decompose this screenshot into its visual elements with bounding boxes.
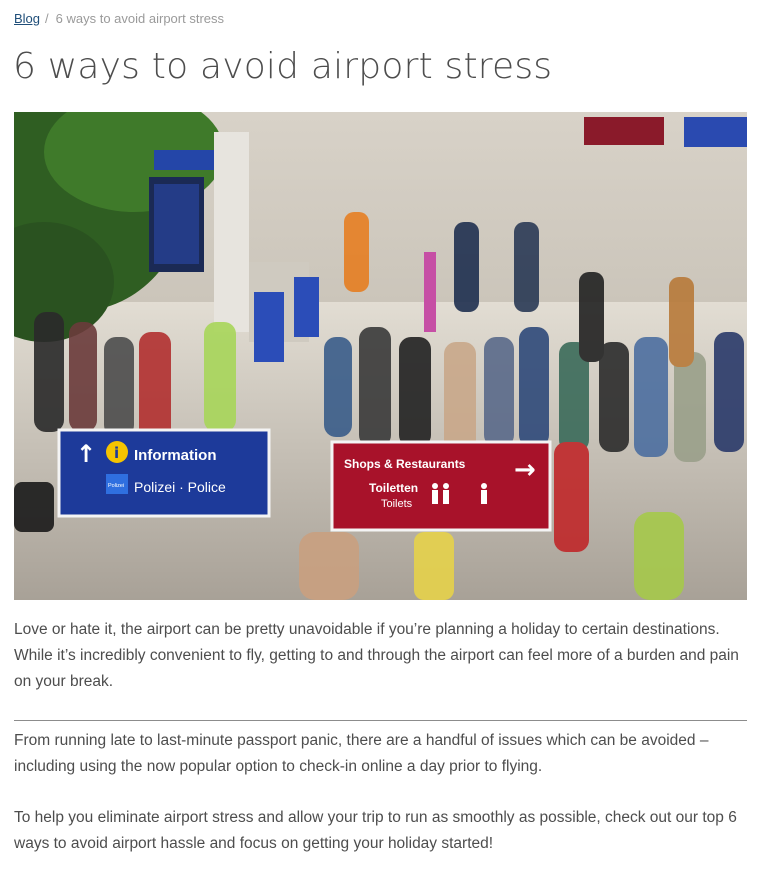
svg-text:i: i [114,444,119,462]
body-paragraph-2: To help you eliminate airport stress and… [14,809,737,852]
right-arrow-icon: → [514,455,536,485]
toilets-sign-sub: Toilets [381,498,413,510]
divider [14,720,747,721]
up-arrow-icon: ↑ [76,440,96,468]
intro-paragraph: Love or hate it, the airport can be pret… [14,621,739,690]
hero-image-airport: ↑ i Information Polizei Polizei · Police… [14,112,747,600]
information-sign: ↑ i Information Polizei Polizei · Police [57,428,271,518]
breadcrumb-current: 6 ways to avoid airport stress [55,11,225,26]
shops-sign: Shops & Restaurants Toiletten Toilets → [330,440,552,532]
polizei-badge: Polizei [108,483,124,489]
shops-sign-label: Shops & Restaurants [344,457,466,471]
blog-post-page: Blog / 6 ways to avoid airport stress 6 wa… [0,0,760,888]
airport-illustration: ↑ i Information Polizei Polizei · Police… [14,112,747,600]
body-paragraph-1: From running late to last-minute passpor… [14,732,709,775]
breadcrumb-blog-link[interactable]: Blog [14,11,40,26]
breadcrumb: Blog / 6 ways to avoid airport stress [14,11,224,26]
info-sign-label: Information [134,447,217,464]
toilets-sign-label: Toiletten [369,481,418,495]
page-title: 6 ways to avoid airport stress [13,46,553,87]
breadcrumb-separator: / [45,11,49,26]
police-sign-label: Polizei · Police [134,479,226,495]
